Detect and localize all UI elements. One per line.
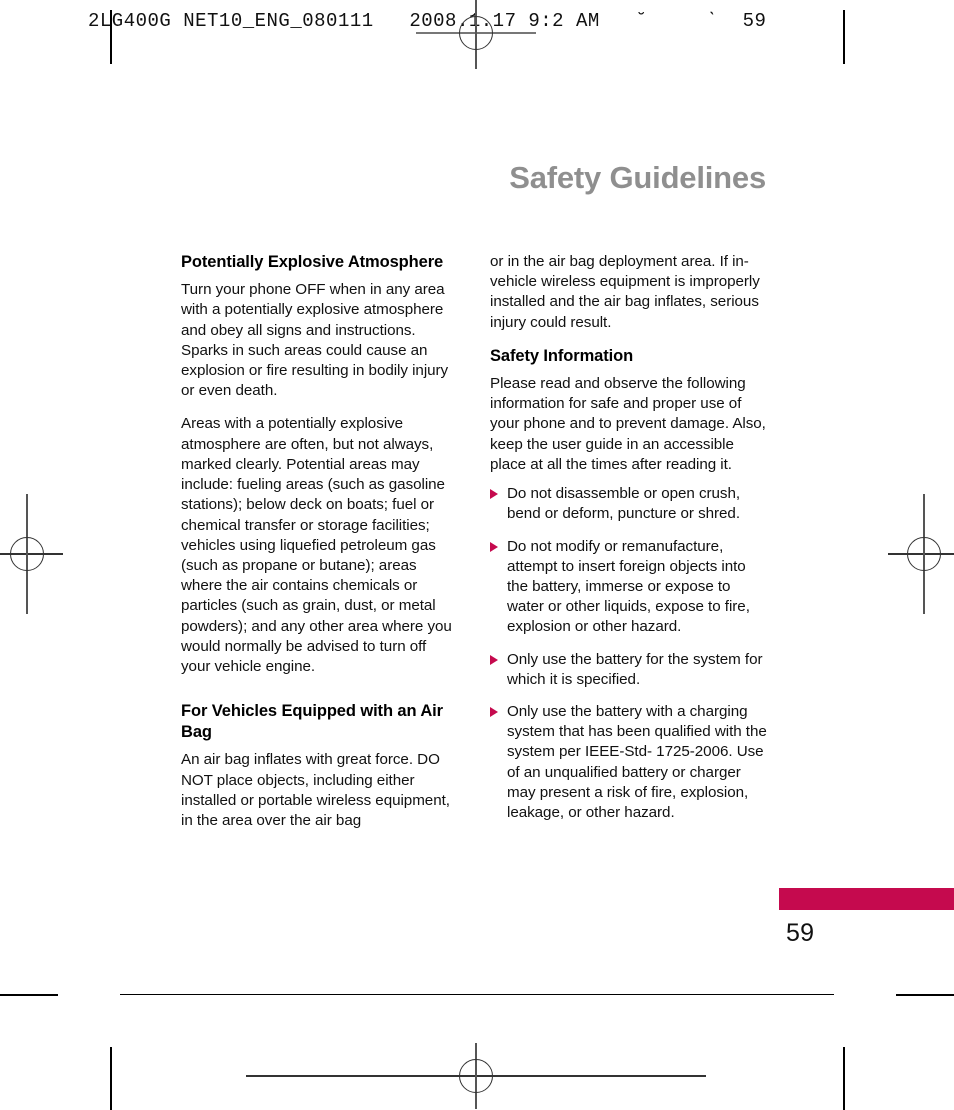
paragraph-please-read-and-observe: Please read and observe the following in… bbox=[490, 374, 766, 473]
list-item-text: Do not modify or remanufacture, attempt … bbox=[507, 537, 750, 636]
paragraph-air-bag-deployment-area: or in the air bag deployment area. If in… bbox=[490, 253, 760, 331]
triangle-bullet-icon bbox=[490, 489, 498, 500]
page-number-accent-bar bbox=[779, 888, 954, 910]
paragraph-areas-with-explosive-atmosphere: Areas with a potentially explosive atmos… bbox=[181, 415, 452, 676]
triangle-bullet-icon bbox=[490, 654, 498, 665]
list-item-text: Only use the battery for the system for … bbox=[507, 650, 763, 688]
page-number: 59 bbox=[786, 919, 815, 947]
page-title: Safety Guidelines bbox=[509, 160, 766, 195]
list-item: Only use the battery for the system for … bbox=[490, 650, 767, 690]
list-item: Do not modify or remanufacture, attempt … bbox=[490, 537, 767, 638]
section-heading-potentially-explosive-atmosphere: Potentially Explosive Atmosphere bbox=[181, 253, 444, 271]
triangle-bullet-icon bbox=[490, 541, 498, 552]
list-item-text: Do not disassemble or open crush, bend o… bbox=[507, 485, 741, 523]
section-heading-for-vehicles-equipped-with-an-air-bag: For Vehicles Equipped with an Air Bag bbox=[181, 702, 443, 742]
right-column: or in the air bag deployment area. If in… bbox=[490, 252, 767, 844]
safety-bullet-list: Do not disassemble or open crush, bend o… bbox=[490, 484, 767, 823]
triangle-bullet-icon bbox=[490, 707, 498, 718]
paragraph-turn-phone-off: Turn your phone OFF when in any area wit… bbox=[181, 281, 449, 400]
list-item: Do not disassemble or open crush, bend o… bbox=[490, 484, 767, 524]
list-item: Only use the battery with a charging sys… bbox=[490, 702, 767, 823]
left-column: Potentially Explosive Atmosphere Turn yo… bbox=[181, 252, 458, 844]
section-heading-safety-information: Safety Information bbox=[490, 346, 634, 365]
list-item-text: Only use the battery with a charging sys… bbox=[507, 703, 767, 822]
paragraph-air-bag-inflates: An air bag inflates with great force. DO… bbox=[181, 751, 450, 830]
manual-page: Safety Guidelines Potentially Explosive … bbox=[0, 0, 954, 1110]
two-column-body: Potentially Explosive Atmosphere Turn yo… bbox=[181, 252, 778, 844]
